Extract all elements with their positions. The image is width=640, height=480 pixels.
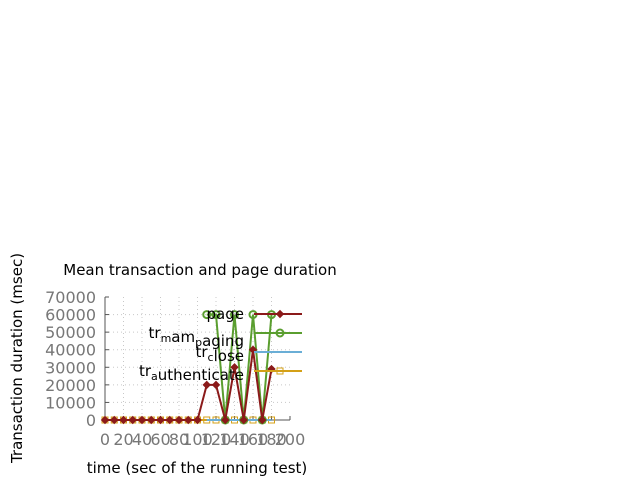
x-tick-label: 60 <box>150 430 170 449</box>
legend-label: page <box>207 305 244 323</box>
x-tick-label: 40 <box>132 430 152 449</box>
y-tick-label: 0 <box>86 411 96 430</box>
y-tick-label: 30000 <box>45 358 96 377</box>
data-point-page <box>193 415 202 425</box>
data-point-page <box>137 415 147 425</box>
chart: Mean transaction and page duration time … <box>8 253 337 477</box>
legend-item-tr_authenticate: trauthenticate <box>139 362 302 384</box>
data-point-page <box>147 415 156 425</box>
y-tick-label: 40000 <box>45 341 96 360</box>
y-tick-label: 20000 <box>45 376 96 395</box>
x-tick-label: 20 <box>113 430 133 449</box>
y-axis-label: Transaction duration (msec) <box>8 253 26 464</box>
y-tick-label: 60000 <box>45 306 96 325</box>
data-point-page <box>184 415 193 425</box>
chart-title: Mean transaction and page duration <box>63 261 336 279</box>
data-point-page <box>165 415 174 425</box>
data-point-page <box>119 415 128 425</box>
data-point-page <box>174 415 184 425</box>
legend-label: trauthenticate <box>139 362 244 384</box>
data-point-page <box>156 415 165 425</box>
legend: pagetrmampagingtrclosetrauthenticate <box>139 305 302 384</box>
legend-marker <box>275 309 285 319</box>
y-tick-label: 70000 <box>45 288 96 307</box>
data-point-page <box>110 415 119 425</box>
x-axis-label: time (sec of the running test) <box>87 459 308 477</box>
y-tick-label: 50000 <box>45 323 96 342</box>
data-point-page <box>128 415 137 425</box>
legend-label: trclose <box>195 343 244 365</box>
data-point-page <box>100 415 110 425</box>
y-tick-label: 10000 <box>45 393 96 412</box>
x-tick-label: 0 <box>100 430 110 449</box>
x-tick-label: 200 <box>275 430 306 449</box>
